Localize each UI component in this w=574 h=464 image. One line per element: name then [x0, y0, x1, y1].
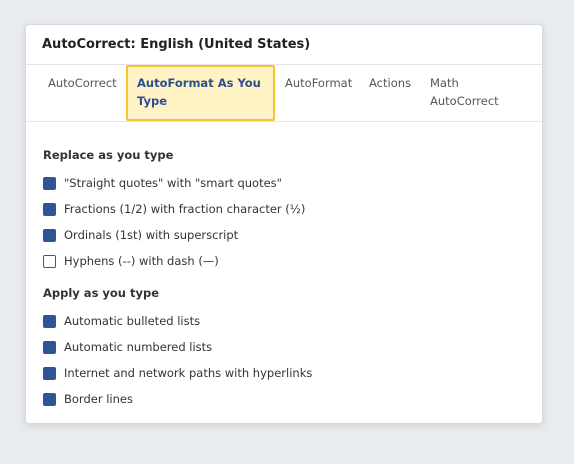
tab-label: Actions: [369, 76, 412, 90]
checkbox[interactable]: [43, 254, 56, 268]
option-border-lines[interactable]: Border lines: [43, 391, 133, 407]
option-label: Border lines: [64, 392, 133, 406]
tabs-divider: [26, 121, 542, 122]
option-label: Hyphens (--) with dash (—): [64, 254, 219, 268]
option-label: Automatic numbered lists: [64, 340, 213, 354]
option-bulleted-lists[interactable]: Automatic bulleted lists: [43, 313, 200, 329]
option-label: Ordinals (1st) with superscript: [64, 228, 239, 242]
option-hyphens[interactable]: Hyphens (--) with dash (—): [43, 253, 219, 269]
option-hyperlinks[interactable]: Internet and network paths with hyperlin…: [43, 365, 312, 381]
checkbox[interactable]: [43, 228, 56, 242]
checkbox[interactable]: [43, 176, 56, 190]
dialog-title: AutoCorrect: English (United States): [42, 37, 311, 52]
option-ordinals[interactable]: Ordinals (1st) with superscript: [43, 227, 238, 243]
apply-section-heading: Apply as you type: [43, 286, 160, 300]
tab-autocorrect[interactable]: AutoCorrect: [48, 65, 117, 92]
checkbox[interactable]: [43, 314, 56, 328]
tab-autoformat-as-you-type[interactable]: AutoFormat As You Type: [126, 65, 275, 121]
checkbox[interactable]: [43, 340, 56, 354]
option-label: "Straight quotes" with "smart quotes": [64, 176, 282, 190]
option-label: Internet and network paths with hyperlin…: [64, 366, 313, 380]
tab-actions[interactable]: Actions: [369, 65, 411, 92]
checkbox[interactable]: [43, 366, 56, 380]
tab-label-line2: AutoCorrect: [430, 94, 499, 108]
checkbox[interactable]: [43, 392, 56, 406]
option-label: Fractions (1/2) with fraction character …: [64, 202, 306, 216]
option-smart-quotes[interactable]: "Straight quotes" with "smart quotes": [43, 175, 282, 191]
option-label: Automatic bulleted lists: [64, 314, 201, 328]
tab-autoformat[interactable]: AutoFormat: [285, 65, 352, 92]
option-fractions[interactable]: Fractions (1/2) with fraction character …: [43, 201, 305, 217]
autocorrect-dialog: AutoCorrect: English (United States) Aut…: [25, 24, 543, 424]
tab-math-autocorrect[interactable]: Math AutoCorrect: [430, 65, 499, 110]
option-numbered-lists[interactable]: Automatic numbered lists: [43, 339, 212, 355]
tab-label-line2: Type: [137, 94, 168, 108]
tab-label-line1: Math: [430, 76, 459, 90]
replace-section-heading: Replace as you type: [43, 148, 174, 162]
tab-label: AutoFormat: [285, 76, 353, 90]
tab-label: AutoCorrect: [48, 76, 117, 90]
tab-bar: AutoCorrect AutoFormat As You Type AutoF…: [26, 65, 542, 121]
tab-label-line1: AutoFormat As You: [137, 76, 261, 90]
checkbox[interactable]: [43, 202, 56, 216]
